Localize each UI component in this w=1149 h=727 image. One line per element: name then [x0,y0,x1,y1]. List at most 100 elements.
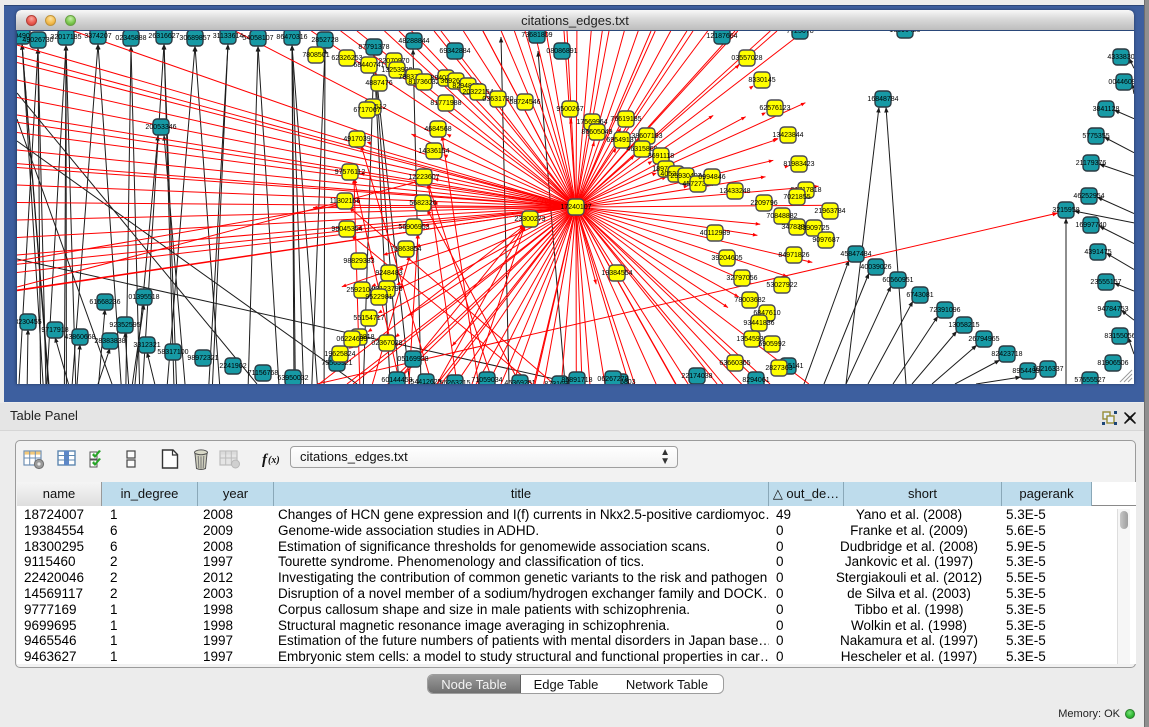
svg-text:05169938: 05169938 [397,356,428,363]
svg-text:08086891: 08086891 [546,48,577,55]
svg-text:7808501: 7808501 [302,52,329,59]
svg-text:71059034: 71059034 [471,377,502,384]
svg-text:94784753: 94784753 [1097,306,1128,313]
svg-text:26316627: 26316627 [148,33,179,40]
svg-text:6905992: 6905992 [758,341,785,348]
svg-text:7021855: 7021855 [783,194,810,201]
svg-text:81906506: 81906506 [1097,360,1128,367]
svg-text:39204605: 39204605 [711,255,742,262]
svg-text:78003682: 78003682 [734,297,765,304]
svg-text:98829383: 98829383 [343,258,374,265]
svg-text:9522981: 9522981 [365,294,392,301]
svg-text:21179376: 21179376 [1076,160,1107,167]
svg-text:3374207: 3374207 [84,33,111,40]
svg-text:01395518: 01395518 [128,294,159,301]
svg-text:73681809: 73681809 [521,32,552,39]
svg-text:49026730: 49026730 [22,37,53,44]
svg-text:0994846: 0994846 [698,174,725,181]
svg-text:5775355: 5775355 [1082,133,1109,140]
svg-text:46252954: 46252954 [1073,193,1104,200]
svg-text:2852728: 2852728 [311,37,338,44]
svg-text:12223607: 12223607 [408,174,439,181]
svg-text:45847484: 45847484 [840,251,871,258]
svg-text:20322154: 20322154 [462,89,493,96]
svg-text:4887476: 4887476 [365,80,392,87]
svg-text:8294061: 8294061 [742,377,769,384]
svg-text:4917039: 4917039 [343,136,370,143]
svg-text:60144458: 60144458 [381,377,412,384]
svg-text:86891718: 86891718 [561,377,592,384]
svg-text:19384554: 19384554 [601,270,632,277]
svg-text:63660365: 63660365 [719,360,750,367]
svg-text:9248483: 9248483 [375,270,402,277]
svg-text:8330145: 8330145 [748,77,775,84]
svg-text:23555157: 23555157 [1090,279,1121,286]
svg-text:3230455: 3230455 [17,319,42,326]
svg-text:32017185: 32017185 [50,34,81,41]
svg-text:3312321: 3312321 [133,342,160,349]
svg-text:87791378: 87791378 [358,44,389,51]
svg-text:3691118: 3691118 [648,153,674,160]
svg-text:76619185: 76619185 [610,116,641,123]
svg-text:16997740: 16997740 [1075,222,1106,229]
svg-text:57655527: 57655527 [1074,377,1105,384]
svg-text:54058107: 54058107 [242,35,273,42]
svg-text:22174038: 22174038 [681,373,712,380]
svg-text:48288844: 48288844 [398,38,429,45]
svg-text:56263215: 56263215 [439,380,470,384]
svg-text:(x): (x) [268,455,280,466]
svg-text:84971826: 84971826 [778,252,809,259]
svg-text:71863854: 71863854 [390,246,421,253]
svg-text:83155056: 83155056 [1104,333,1134,340]
svg-text:43860668: 43860668 [64,334,95,341]
svg-text:3841128: 3841128 [1093,106,1120,113]
svg-text:58317100: 58317100 [157,349,188,356]
svg-text:40112989: 40112989 [700,230,731,237]
svg-text:53027922: 53027922 [766,282,797,289]
svg-text:06224699: 06224699 [336,336,367,343]
svg-text:62326253: 62326253 [331,55,362,62]
svg-text:28383838: 28383838 [94,338,125,345]
svg-text:98045354: 98045354 [331,226,362,233]
svg-text:93441836: 93441836 [743,320,774,327]
svg-text:12187664: 12187664 [706,33,737,40]
svg-text:17240107: 17240107 [560,204,591,211]
svg-text:72391096: 72391096 [929,307,960,314]
svg-text:10216337: 10216337 [1032,366,1063,373]
svg-text:32797056: 32797056 [726,275,757,282]
svg-text:03557028: 03557028 [731,55,762,62]
svg-text:98972321: 98972321 [187,355,218,362]
svg-text:02367028: 02367028 [371,340,402,347]
svg-text:4391475: 4391475 [1084,249,1111,256]
svg-text:63950032: 63950032 [277,375,308,382]
svg-text:55154717: 55154717 [353,315,384,322]
svg-text:2209796: 2209796 [750,200,777,207]
svg-text:4333830: 4333830 [1107,54,1134,61]
svg-text:14336154: 14336154 [418,148,449,155]
svg-text:31133614: 31133614 [213,33,244,40]
svg-text:62576123: 62576123 [759,105,790,112]
svg-text:38607183: 38607183 [631,133,662,140]
svg-text:9500267: 9500267 [556,106,583,113]
svg-text:56906953: 56906953 [398,224,429,231]
svg-text:9717918: 9717918 [41,327,68,334]
svg-text:12433248: 12433248 [719,188,750,195]
svg-text:21963784: 21963784 [814,208,845,215]
svg-text:7725678: 7725678 [786,31,813,35]
svg-text:2241902: 2241902 [219,363,246,370]
svg-text:13690420: 13690420 [889,31,920,34]
svg-text:13423844: 13423844 [772,132,803,139]
svg-text:13058215: 13058215 [948,322,979,329]
svg-text:69342884: 69342884 [439,48,470,55]
svg-text:06267278: 06267278 [597,376,628,383]
svg-text:97576112: 97576112 [335,169,366,176]
svg-text:5682326: 5682326 [409,200,436,207]
svg-text:3215958: 3215958 [1052,207,1079,214]
svg-text:2827363: 2827363 [765,365,792,372]
svg-text:60560951: 60560951 [882,277,913,284]
svg-text:30689857: 30689857 [179,35,210,42]
svg-text:4684568: 4684568 [424,126,451,133]
svg-text:68724546: 68724546 [509,99,540,106]
svg-text:00446090: 00446090 [1108,79,1134,86]
svg-text:9097687: 9097687 [812,237,839,244]
